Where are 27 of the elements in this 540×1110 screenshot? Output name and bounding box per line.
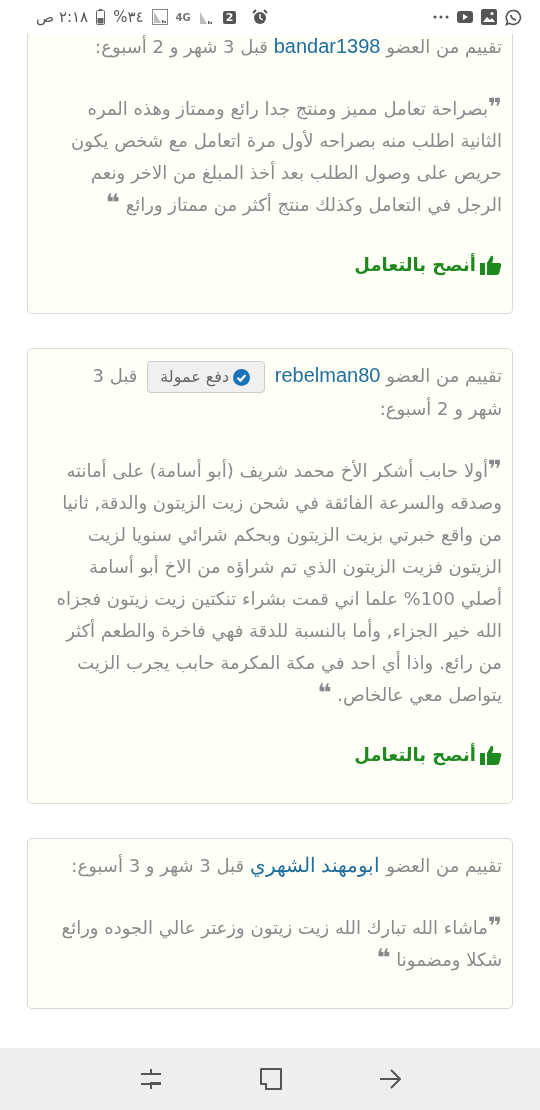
review-text: ❞أولا حابب أشكر الأخ محمد شريف (أبو أسامة) على أمانته وصدقه والسرعة الفائقة في شحن زيت الزيتون والدقة, ثانيا من واقع خبرتي بزيت الزيتون وبحكم شرائي سنويا لزيت الزيتون فزيت الزيتون الذي تم شراؤه من الاخ أبو أسامة أصلي 100% علما اني قمت بشراء تنكتين زيت زيتون فجزاه الله خير الجزاء, وأما بالنسبة للدقة فهي فاخرة والطعم أكثر من رائع. واذا أي احد في مكة المكرمة حابب يجرب الزيت يتواصل معي عالخاص. ❝ [55,455,502,709]
member-link[interactable]: ابومهند الشهري [249,854,381,876]
battery-percent: ٣٤% [113,8,144,26]
review-text: ❞ماشاء الله تبارك الله زيت زيتون وزعتر عالي الجوده ورائع شكلا ومضمونا ❝ [60,912,502,974]
thumbs-up-icon [480,745,502,765]
recommend-label: أنصح بالتعامل [54,739,502,771]
recent-apps-icon[interactable] [138,1068,163,1090]
commission-badge[interactable]: دفع عمولة [147,361,266,393]
sim-badge: 2 [222,10,237,24]
chat-icon [505,8,522,26]
member-link[interactable]: rebelman80 [274,364,381,386]
recommend-label: أنصح بالتعامل [54,249,502,281]
thumbs-up-icon [480,255,502,275]
back-icon[interactable] [379,1068,402,1090]
review-header: تقييم من العضو ابومهند الشهري قبل 3 شهر و 3 أسبوع: [70,853,502,879]
alarm-icon [252,9,269,25]
video-icon [457,10,473,24]
more-icon [433,14,449,20]
check-icon [233,368,251,386]
clock: ٢:١٨ ص [36,8,89,26]
network-type: 4G [175,11,191,23]
member-link[interactable]: bandar1398 [273,35,381,57]
image-icon [481,9,497,25]
home-icon[interactable] [260,1068,282,1090]
battery-icon [96,9,106,25]
review-text: ❞بصراحة تعامل مميز ومنتج جدا رائع وممتاز وهذه المره الثانية اطلب منه بصراحه لأول مرة اتعامل مع شخص يكون حريص على وصول الطلب بعد أخذ المبلغ من الاخر ونعم الرجل في التعامل وكذلك منتج أكثر من ممتاز ورائع ❝ [70,93,502,219]
signal-icon [151,9,168,25]
